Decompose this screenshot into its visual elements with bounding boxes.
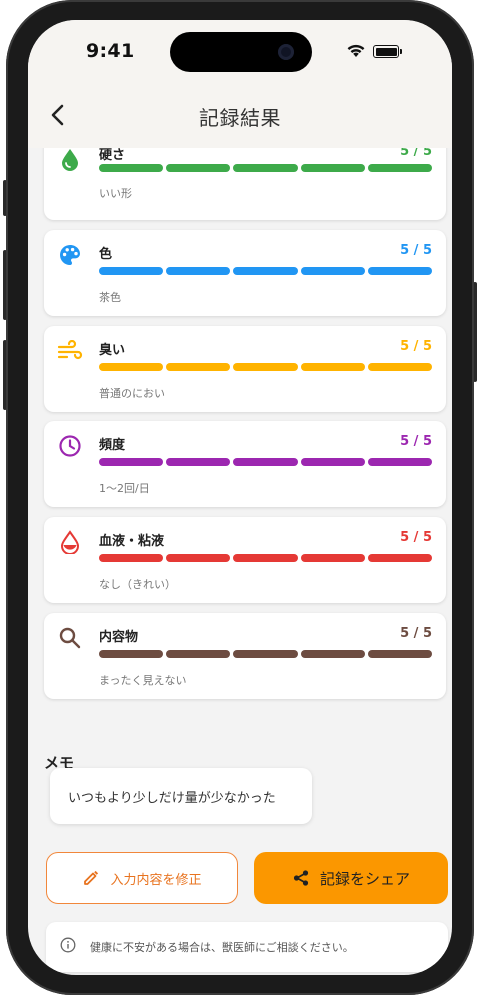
camera-icon <box>278 44 294 60</box>
item-name: 臭い <box>99 343 126 358</box>
info-icon <box>60 937 76 953</box>
rating-segment <box>300 554 365 562</box>
item-score: 5 / 5 <box>400 339 432 354</box>
share-record-button[interactable]: 記録をシェア <box>254 852 448 904</box>
result-card-hardness: 硬さ 5 / 5 いい形 <box>44 148 446 220</box>
rating-segment <box>367 650 433 658</box>
item-name: 血液・粘液 <box>99 534 165 549</box>
blood-drop-icon <box>57 529 83 555</box>
result-card-color: 色 5 / 5 茶色 <box>44 230 446 316</box>
item-name: 硬さ <box>99 148 126 163</box>
result-card-contents: 内容物 5 / 5 まったく見えない <box>44 613 446 699</box>
item-score: 5 / 5 <box>400 530 432 545</box>
result-card-blood-mucus: 血液・粘液 5 / 5 なし（きれい） <box>44 517 446 603</box>
item-name: 頻度 <box>99 438 126 453</box>
result-card-frequency: 頻度 5 / 5 1〜2回/日 <box>44 421 446 507</box>
rating-segment <box>367 267 433 275</box>
memo-box: いつもより少しだけ量が少なかった <box>50 768 312 824</box>
rating-segment <box>166 363 231 371</box>
memo-text: いつもより少しだけ量が少なかった <box>68 791 276 806</box>
rating-bar <box>99 363 433 371</box>
rating-segment <box>233 554 298 562</box>
item-score: 5 / 5 <box>400 434 432 449</box>
rating-bar <box>99 164 433 172</box>
rating-segment <box>300 164 365 172</box>
rating-segment <box>99 554 164 562</box>
rating-segment <box>166 458 231 466</box>
rating-segment <box>166 164 231 172</box>
rating-segment <box>233 267 298 275</box>
phone-device: 9:41 記録結果 硬さ 5 / 5 いい形 色 5 / 5 茶色 臭い 5 /… <box>3 0 477 999</box>
item-description: 茶色 <box>99 291 121 304</box>
rating-segment <box>367 554 433 562</box>
rating-segment <box>300 650 365 658</box>
rating-segment <box>233 458 298 466</box>
rating-bar <box>99 650 433 658</box>
drop-icon <box>57 148 83 172</box>
rating-bar <box>99 554 433 562</box>
status-bar: 9:41 <box>28 20 452 82</box>
wifi-icon <box>347 44 365 57</box>
nav-bar: 記録結果 <box>28 82 452 148</box>
item-description: いい形 <box>99 187 132 200</box>
dynamic-island <box>170 32 312 72</box>
rating-segment <box>166 554 231 562</box>
pencil-icon <box>84 870 99 885</box>
rating-segment <box>233 164 298 172</box>
wind-icon <box>57 338 83 364</box>
rating-segment <box>300 267 365 275</box>
rating-segment <box>99 363 164 371</box>
rating-bar <box>99 458 433 466</box>
search-icon <box>57 625 83 651</box>
item-description: 普通のにおい <box>99 387 165 400</box>
rating-segment <box>300 363 365 371</box>
palette-icon <box>57 242 83 268</box>
share-record-label: 記録をシェア <box>319 869 410 888</box>
health-notice: 健康に不安がある場合は、獣医師にご相談ください。 <box>46 922 448 972</box>
page-title: 記録結果 <box>199 106 281 130</box>
rating-segment <box>166 650 231 658</box>
item-score: 5 / 5 <box>400 148 432 159</box>
rating-segment <box>99 267 164 275</box>
rating-bar <box>99 267 433 275</box>
clock-icon <box>57 433 83 459</box>
rating-segment <box>99 650 164 658</box>
edit-entry-button[interactable]: 入力内容を修正 <box>46 852 238 904</box>
item-description: まったく見えない <box>99 674 187 687</box>
item-score: 5 / 5 <box>400 243 432 258</box>
item-description: 1〜2回/日 <box>99 482 150 495</box>
edit-entry-label: 入力内容を修正 <box>110 872 202 888</box>
notice-text: 健康に不安がある場合は、獣医師にご相談ください。 <box>90 941 354 954</box>
result-card-smell: 臭い 5 / 5 普通のにおい <box>44 326 446 412</box>
rating-segment <box>367 363 433 371</box>
item-name: 内容物 <box>99 630 139 645</box>
rating-segment <box>99 164 164 172</box>
rating-segment <box>233 363 298 371</box>
rating-segment <box>367 458 433 466</box>
item-description: なし（きれい） <box>99 578 176 591</box>
rating-segment <box>367 164 433 172</box>
result-content[interactable]: 硬さ 5 / 5 いい形 色 5 / 5 茶色 臭い 5 / 5 普通のにおい … <box>28 148 452 975</box>
item-name: 色 <box>99 247 113 262</box>
share-icon <box>293 870 309 886</box>
status-time: 9:41 <box>86 40 135 62</box>
screen: 9:41 記録結果 硬さ 5 / 5 いい形 色 5 / 5 茶色 臭い 5 /… <box>28 20 452 975</box>
rating-segment <box>233 650 298 658</box>
rating-segment <box>166 267 231 275</box>
rating-segment <box>300 458 365 466</box>
item-score: 5 / 5 <box>400 626 432 641</box>
battery-icon <box>373 45 402 58</box>
rating-segment <box>99 458 164 466</box>
